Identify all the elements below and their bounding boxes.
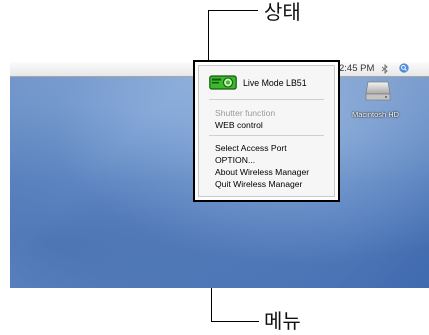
menu-item-about[interactable]: About Wireless Manager <box>215 167 309 177</box>
spotlight-icon[interactable] <box>398 63 410 73</box>
bluetooth-icon[interactable] <box>381 64 389 74</box>
menu-item-option[interactable]: OPTION... <box>215 155 255 165</box>
hard-drive-label[interactable]: Macintosh HD <box>352 110 399 119</box>
live-mode-row[interactable]: Live Mode LB51 <box>209 75 328 91</box>
menu-highlight-frame: Live Mode LB51 Shutter function WEB cont… <box>193 60 340 202</box>
status-leader-vertical <box>208 10 209 62</box>
projector-icon <box>209 75 237 90</box>
menu-item-web-control[interactable]: WEB control <box>215 120 263 130</box>
projector-model: LB51 <box>286 78 307 88</box>
menu-item-quit[interactable]: Quit Wireless Manager <box>215 179 302 189</box>
menu-separator <box>209 99 324 100</box>
menu-callout-label: 메뉴 <box>264 309 301 333</box>
menu-item-shutter-function: Shutter function <box>215 108 276 118</box>
menu-separator <box>209 135 324 136</box>
status-leader-horizontal <box>208 10 258 11</box>
status-callout-label: 상태 <box>264 0 301 24</box>
live-mode-label: Live Mode LB51 <box>243 78 307 88</box>
wireless-manager-menu: Live Mode LB51 Shutter function WEB cont… <box>198 65 335 197</box>
hard-drive-icon[interactable] <box>365 80 391 102</box>
menu-leader-horizontal <box>211 321 259 322</box>
live-mode-text: Live Mode <box>243 78 284 88</box>
menu-item-select-access-port[interactable]: Select Access Port <box>215 143 287 153</box>
